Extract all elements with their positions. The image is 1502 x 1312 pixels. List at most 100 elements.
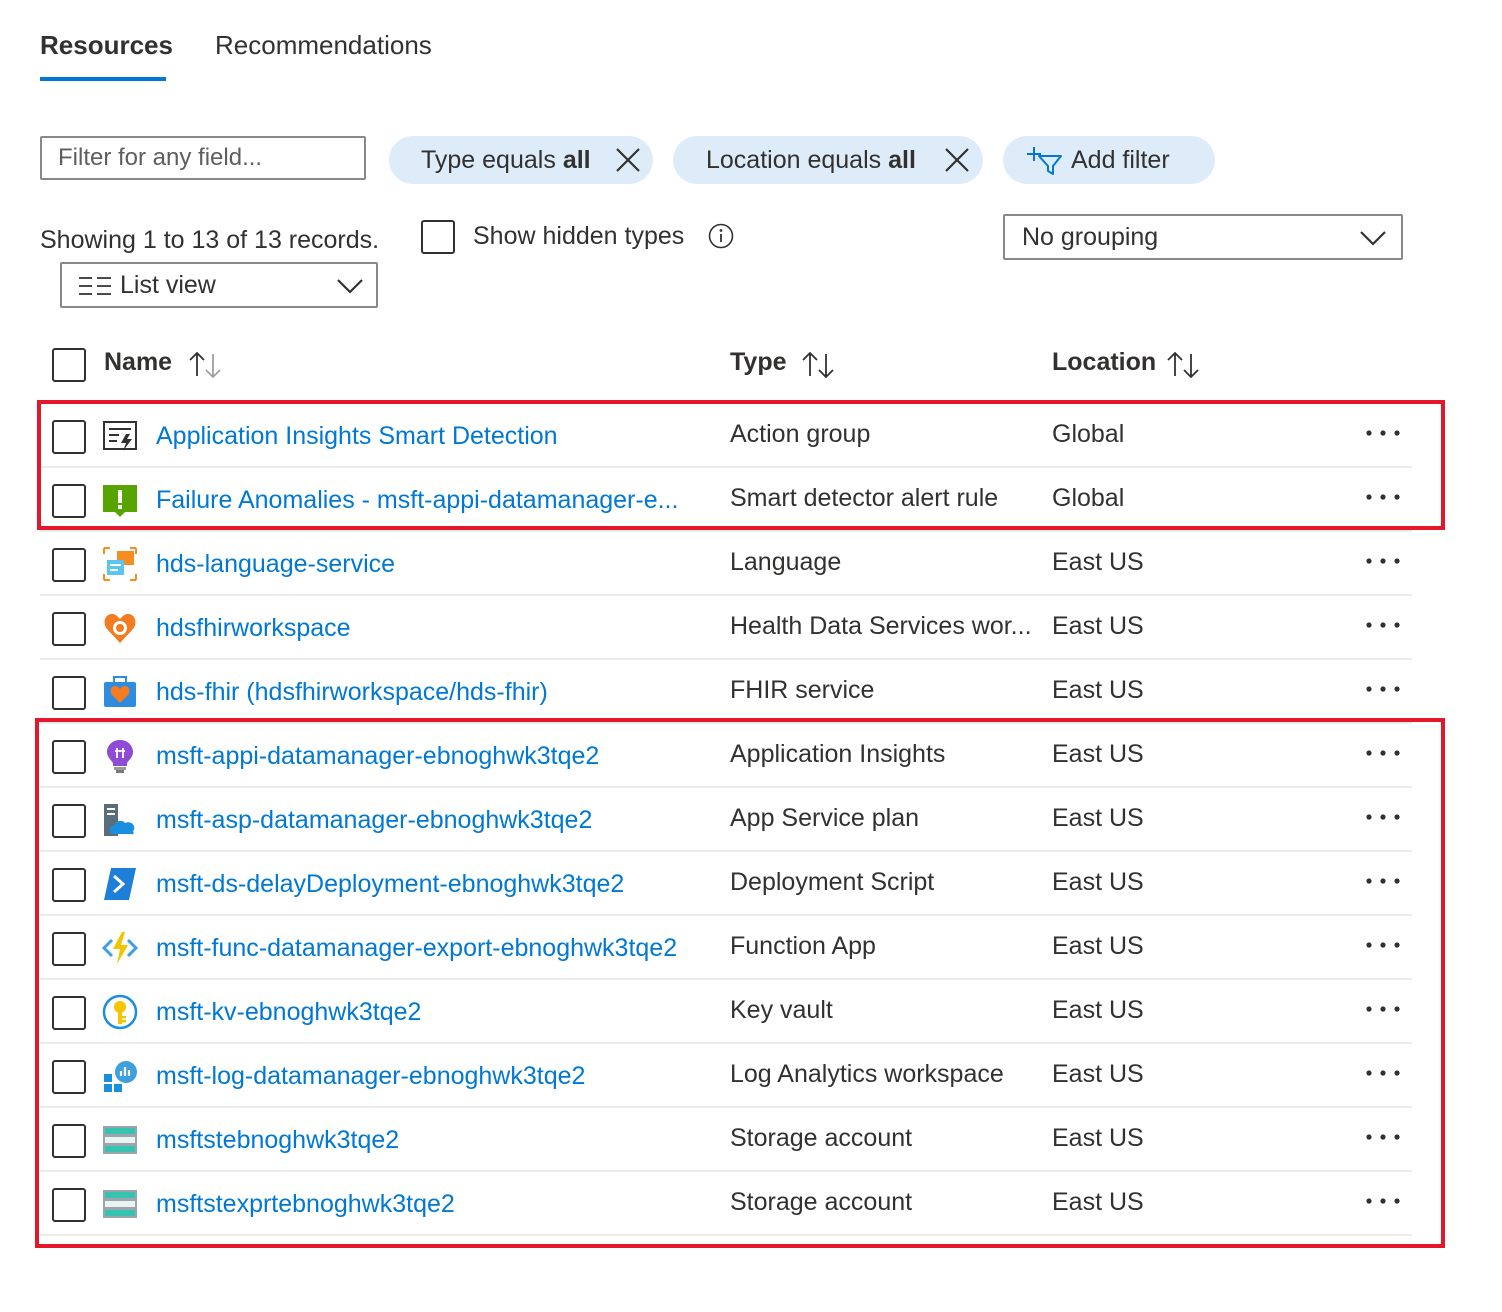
- row-checkbox[interactable]: [52, 420, 86, 454]
- resource-name-link[interactable]: hds-language-service: [156, 550, 395, 579]
- grouping-dropdown[interactable]: No grouping: [1003, 214, 1403, 260]
- info-icon[interactable]: [708, 223, 734, 249]
- application-insights-icon: [102, 738, 138, 774]
- more-options-icon[interactable]: [1365, 1186, 1401, 1216]
- log-analytics-icon: [102, 1058, 138, 1094]
- more-options-icon[interactable]: [1365, 546, 1401, 576]
- table-row[interactable]: msftstebnoghwk3tqe2 Storage account East U…: [40, 1108, 1412, 1172]
- remove-location-filter-icon[interactable]: [944, 147, 970, 173]
- resource-type: Key vault: [730, 996, 833, 1024]
- resource-name-link[interactable]: msftstexprtebnoghwk3tqe2: [156, 1190, 455, 1219]
- location-filter-prefix: Location equals: [706, 145, 882, 174]
- row-checkbox[interactable]: [52, 996, 86, 1030]
- tab-recommendations[interactable]: Recommendations: [215, 30, 432, 61]
- view-dropdown[interactable]: List view: [60, 262, 378, 308]
- resource-location: East US: [1052, 868, 1144, 896]
- deployment-script-icon: [102, 866, 138, 902]
- row-checkbox[interactable]: [52, 612, 86, 646]
- resource-type: Health Data Services wor...: [730, 612, 1032, 640]
- row-checkbox[interactable]: [52, 484, 86, 518]
- row-checkbox[interactable]: [52, 1124, 86, 1158]
- table-row[interactable]: msft-kv-ebnoghwk3tqe2 Key vault East US: [40, 980, 1412, 1044]
- health-data-services-icon: [102, 610, 138, 646]
- resource-name-link[interactable]: msft-log-datamanager-ebnoghwk3tqe2: [156, 1062, 585, 1091]
- select-all-checkbox[interactable]: [52, 348, 86, 382]
- row-checkbox[interactable]: [52, 548, 86, 582]
- row-checkbox[interactable]: [52, 740, 86, 774]
- more-options-icon[interactable]: [1365, 482, 1401, 512]
- sort-icon[interactable]: [1165, 350, 1201, 380]
- grouping-selected: No grouping: [1022, 222, 1159, 251]
- more-options-icon[interactable]: [1365, 674, 1401, 704]
- more-options-icon[interactable]: [1365, 738, 1401, 768]
- type-filter-value: all: [562, 145, 591, 174]
- list-view-icon: [79, 277, 111, 295]
- row-checkbox[interactable]: [52, 1188, 86, 1222]
- resource-name-link[interactable]: hdsfhirworkspace: [156, 614, 351, 643]
- row-checkbox[interactable]: [52, 804, 86, 838]
- column-header-location[interactable]: Location: [1052, 348, 1156, 377]
- resource-name-link[interactable]: Failure Anomalies - msft-appi-datamanage…: [156, 486, 678, 515]
- table-row[interactable]: msft-asp-datamanager-ebnoghwk3tqe2 App Se…: [40, 788, 1412, 852]
- table-row[interactable]: hds-fhir (hdsfhirworkspace/hds-fhir) FHIR…: [40, 660, 1412, 724]
- resource-name-link[interactable]: msft-ds-delayDeployment-ebnoghwk3tqe2: [156, 870, 624, 899]
- more-options-icon[interactable]: [1365, 418, 1401, 448]
- more-options-icon[interactable]: [1365, 610, 1401, 640]
- resource-name-link[interactable]: msft-appi-datamanager-ebnoghwk3tqe2: [156, 742, 599, 771]
- table-row[interactable]: hdsfhirworkspace Health Data Services wor…: [40, 596, 1412, 660]
- table-row[interactable]: msft-func-datamanager-export-ebnoghwk3tq…: [40, 916, 1412, 980]
- resource-location: East US: [1052, 612, 1144, 640]
- column-header-type[interactable]: Type: [730, 348, 787, 377]
- resource-name-link[interactable]: hds-fhir (hdsfhirworkspace/hds-fhir): [156, 678, 548, 707]
- resource-name-link[interactable]: msft-kv-ebnoghwk3tqe2: [156, 998, 421, 1027]
- sort-icon[interactable]: [187, 350, 223, 380]
- more-options-icon[interactable]: [1365, 930, 1401, 960]
- table-row[interactable]: msft-appi-datamanager-ebnoghwk3tqe2 Appli…: [40, 724, 1412, 788]
- more-options-icon[interactable]: [1365, 866, 1401, 896]
- sort-icon[interactable]: [800, 350, 836, 380]
- storage-account-icon: [102, 1122, 138, 1158]
- table-row[interactable]: msft-log-datamanager-ebnoghwk3tqe2 Log An…: [40, 1044, 1412, 1108]
- row-checkbox[interactable]: [52, 932, 86, 966]
- location-filter-pill[interactable]: Location equals all: [673, 136, 983, 184]
- tab-resources[interactable]: Resources: [40, 30, 173, 61]
- resource-type: Function App: [730, 932, 876, 960]
- resource-location: East US: [1052, 1124, 1144, 1152]
- resource-name-link[interactable]: msftstebnoghwk3tqe2: [156, 1126, 399, 1155]
- show-hidden-types-label: Show hidden types: [473, 222, 685, 250]
- resource-type: Deployment Script: [730, 868, 935, 896]
- table-row[interactable]: msft-ds-delayDeployment-ebnoghwk3tqe2 Dep…: [40, 852, 1412, 916]
- add-filter-icon: [1027, 147, 1062, 175]
- resource-location: East US: [1052, 548, 1144, 576]
- resource-location: East US: [1052, 804, 1144, 832]
- table-row[interactable]: msftstexprtebnoghwk3tqe2 Storage account E…: [40, 1172, 1412, 1236]
- action-group-icon: [102, 418, 138, 454]
- resource-name-link[interactable]: msft-asp-datamanager-ebnoghwk3tqe2: [156, 806, 592, 835]
- more-options-icon[interactable]: [1365, 1122, 1401, 1152]
- filter-input[interactable]: [40, 136, 366, 180]
- resource-location: East US: [1052, 676, 1144, 704]
- row-checkbox[interactable]: [52, 676, 86, 710]
- column-header-name[interactable]: Name: [104, 348, 172, 377]
- row-checkbox[interactable]: [52, 1060, 86, 1094]
- add-filter-button[interactable]: Add filter: [1003, 136, 1215, 184]
- more-options-icon[interactable]: [1365, 1058, 1401, 1088]
- add-filter-label: Add filter: [1071, 145, 1170, 174]
- app-service-plan-icon: [102, 802, 138, 838]
- more-options-icon[interactable]: [1365, 994, 1401, 1024]
- show-hidden-types-checkbox[interactable]: [421, 220, 455, 254]
- resource-name-link[interactable]: Application Insights Smart Detection: [156, 422, 558, 451]
- table-row[interactable]: hds-language-service Language East US: [40, 532, 1412, 596]
- resource-type: Storage account: [730, 1124, 913, 1152]
- resource-name-link[interactable]: msft-func-datamanager-export-ebnoghwk3tq…: [156, 934, 677, 963]
- records-summary: Showing 1 to 13 of 13 records.: [40, 226, 380, 254]
- table-row[interactable]: Failure Anomalies - msft-appi-datamanage…: [40, 468, 1412, 532]
- more-options-icon[interactable]: [1365, 802, 1401, 832]
- resource-location: East US: [1052, 932, 1144, 960]
- fhir-service-icon: [102, 674, 138, 710]
- resource-type: Log Analytics workspace: [730, 1060, 1004, 1088]
- type-filter-pill[interactable]: Type equals all: [389, 136, 653, 184]
- row-checkbox[interactable]: [52, 868, 86, 902]
- remove-type-filter-icon[interactable]: [615, 147, 641, 173]
- table-row[interactable]: Application Insights Smart Detection Acti…: [40, 404, 1412, 468]
